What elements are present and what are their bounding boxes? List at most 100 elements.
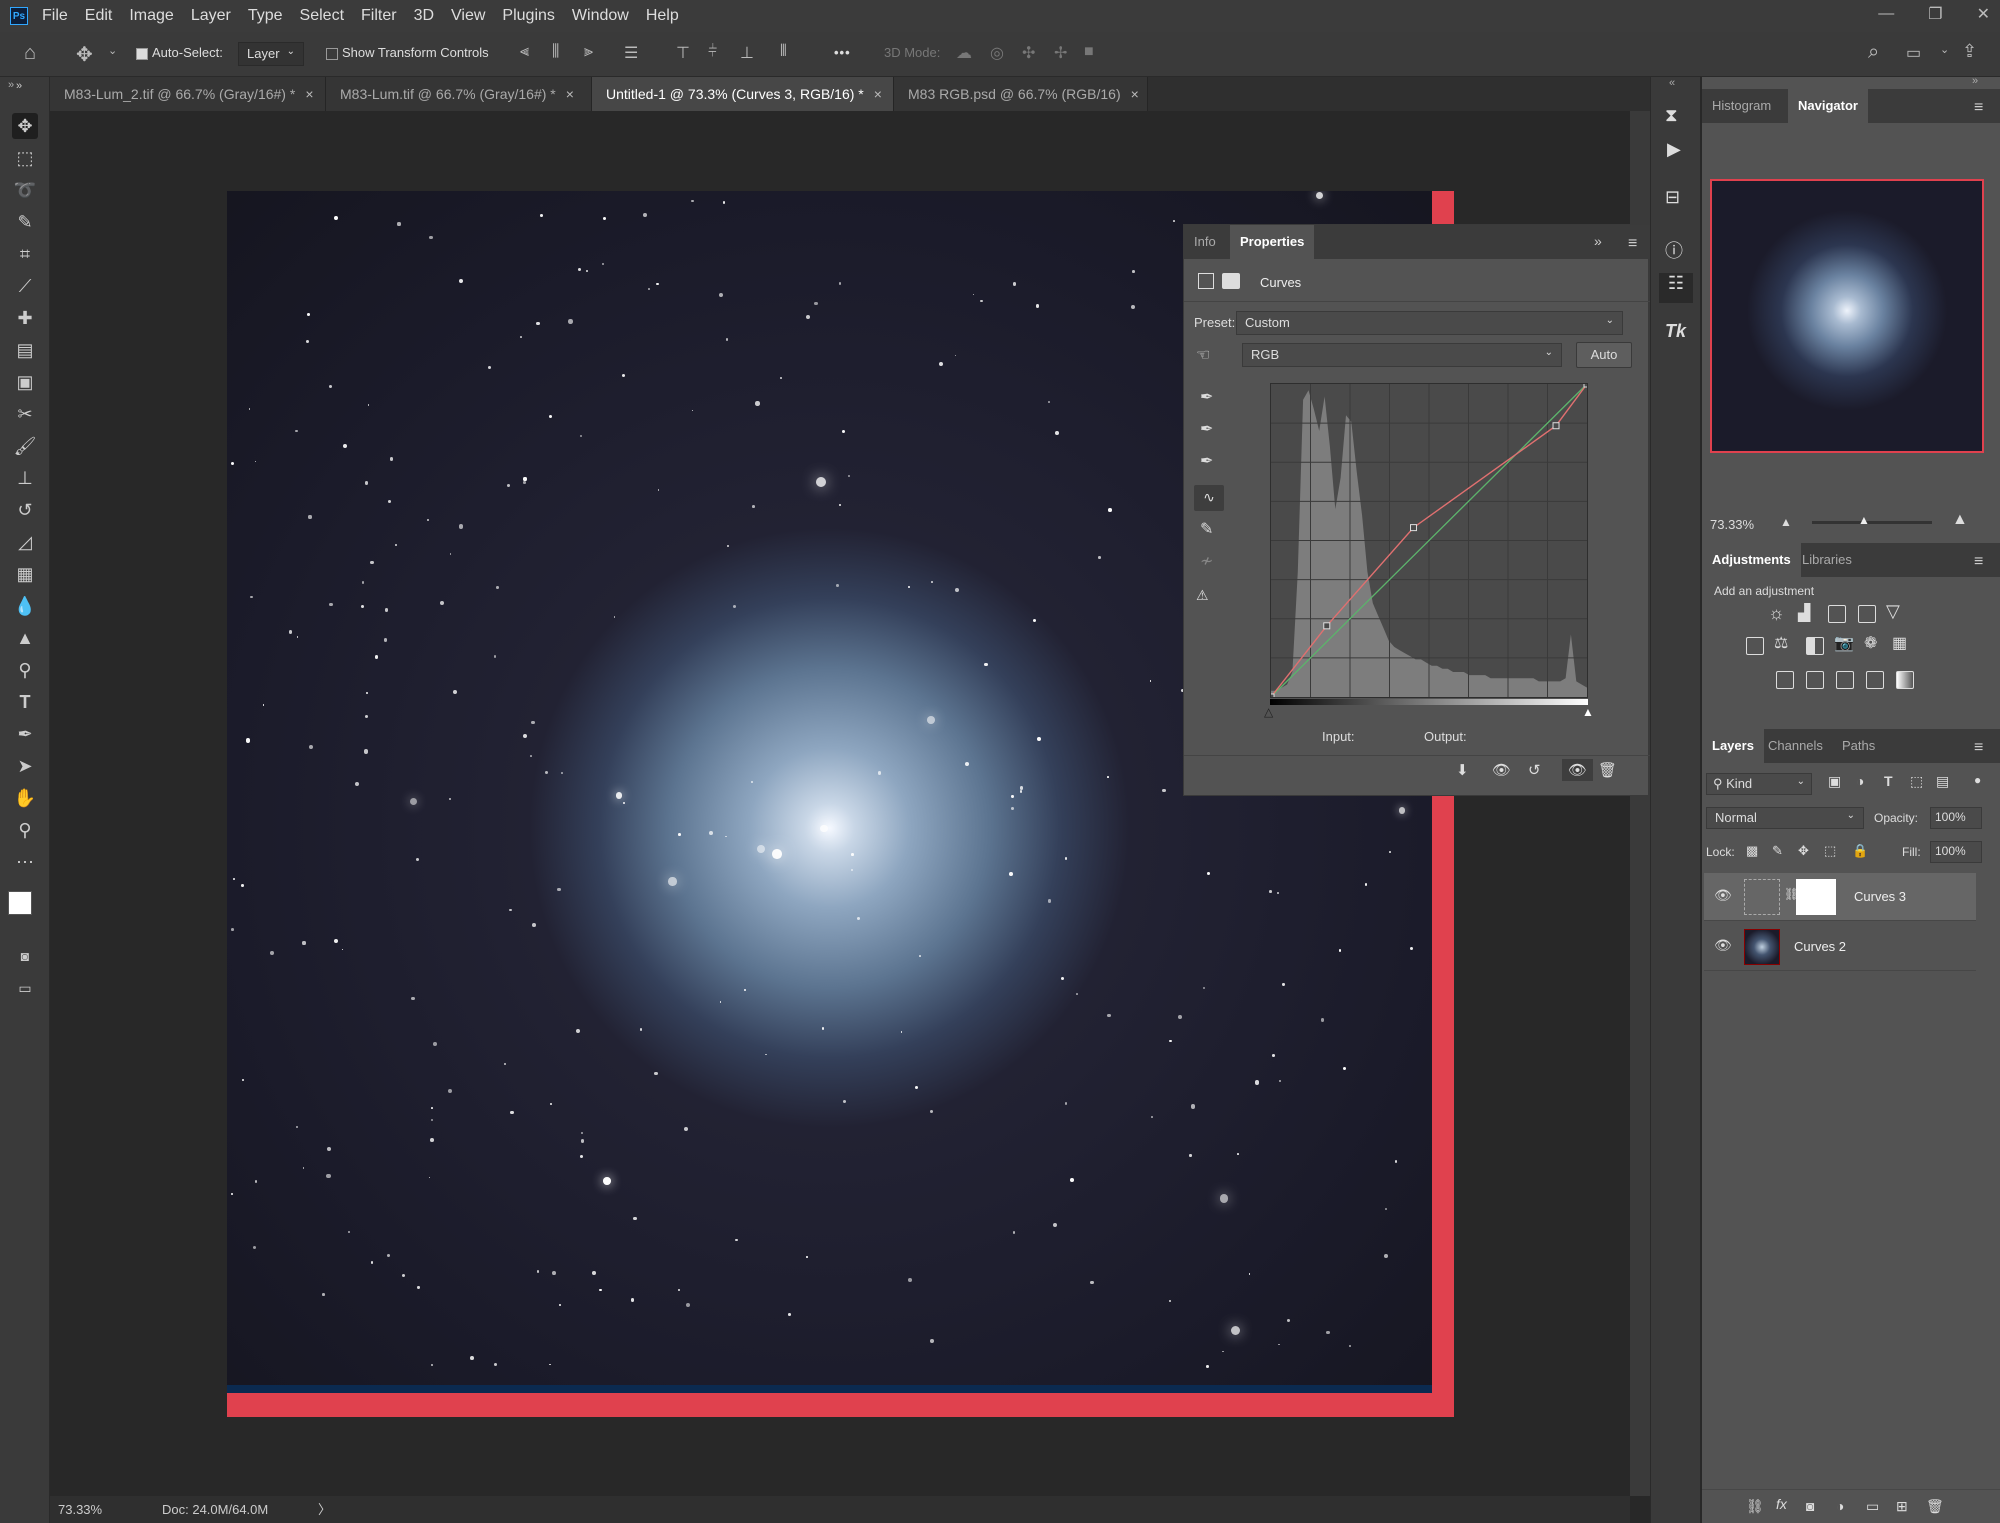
channel-dropdown[interactable]: RGB ⌄ [1242, 343, 1562, 367]
lock-all-icon[interactable]: 🔒 [1852, 843, 1868, 859]
gray-point-eyedropper-icon[interactable]: ✒ [1200, 419, 1213, 439]
show-transform-checkbox[interactable]: Show Transform Controls [326, 45, 489, 60]
new-group-icon[interactable]: ▭ [1866, 1498, 1879, 1515]
zoom-slider-handle-icon[interactable]: ▲ [1858, 513, 1870, 527]
quick-mask-icon[interactable]: ◙ [12, 943, 38, 969]
zoom-out-icon[interactable]: ▲ [1780, 515, 1792, 529]
pen-tool-icon[interactable]: ✒ [12, 721, 38, 747]
add-mask-icon[interactable]: ◙ [1806, 1498, 1814, 1514]
align-middle-icon[interactable]: ⫩ [708, 43, 717, 61]
layer-name[interactable]: Curves 2 [1794, 939, 1846, 954]
tab-histogram[interactable]: Histogram [1702, 89, 1781, 123]
checkbox-checked-icon[interactable] [136, 47, 148, 60]
menu-help[interactable]: Help [646, 7, 679, 25]
align-left-icon[interactable]: ⫷ [520, 43, 529, 61]
hand-tool-icon[interactable]: ✋ [12, 785, 38, 811]
auto-select-checkbox[interactable]: Auto-Select: [136, 45, 223, 60]
close-icon[interactable]: × [305, 86, 313, 102]
view-previous-state-icon[interactable]: 👁 [1492, 761, 1511, 779]
link-layers-icon[interactable]: ⛓ [1746, 1498, 1764, 1515]
chevron-down-icon[interactable]: ⌄ [108, 44, 117, 57]
tab-navigator[interactable]: Navigator [1788, 89, 1868, 123]
close-icon[interactable]: × [874, 86, 882, 102]
tab-untitled-1[interactable]: Untitled-1 @ 73.3% (Curves 3, RGB/16) * × [592, 77, 894, 111]
close-icon[interactable]: × [566, 86, 574, 102]
zoom-tool-icon[interactable]: ⚲ [12, 817, 38, 843]
hue-saturation-icon[interactable] [1746, 637, 1764, 655]
align-top-icon[interactable]: ⊤ [676, 43, 690, 63]
tab-properties[interactable]: Properties [1230, 225, 1315, 259]
menu-type[interactable]: Type [248, 7, 283, 25]
opacity-field[interactable]: 100% [1930, 807, 1982, 829]
zoom-in-icon[interactable]: ▲ [1952, 511, 1968, 529]
reset-icon[interactable]: ↺ [1528, 761, 1541, 779]
slide-3d-icon[interactable]: ✢ [1054, 43, 1067, 63]
invert-icon[interactable] [1776, 671, 1794, 689]
preset-dropdown[interactable]: Custom ⌄ [1236, 311, 1623, 335]
screen-mode-icon[interactable]: ▭ [12, 975, 38, 1001]
filter-adjustment-icon[interactable]: ◑ [1856, 773, 1864, 789]
lock-pixels-icon[interactable]: ✎ [1772, 843, 1783, 859]
panel-menu-icon[interactable]: ≡ [1628, 236, 1637, 252]
path-selection-tool-icon[interactable]: ➤ [12, 753, 38, 779]
layer-mask-thumbnail[interactable] [1796, 879, 1836, 915]
navigator-zoom[interactable]: 73.33% [1710, 517, 1754, 532]
curve-point-tool-icon[interactable]: ∿ [1194, 485, 1224, 511]
collapse-panel-icon[interactable]: » [1594, 233, 1602, 249]
crop-tool-icon[interactable]: ⌗ [12, 241, 38, 267]
eye-visibility-icon[interactable]: 👁 [1714, 887, 1732, 904]
blend-mode-dropdown[interactable]: Normal ⌄ [1706, 807, 1864, 829]
menu-edit[interactable]: Edit [85, 7, 113, 25]
pencil-curve-icon[interactable]: ✎ [1200, 519, 1213, 539]
filter-pixel-icon[interactable]: ▣ [1828, 773, 1841, 790]
share-icon[interactable]: ⇪ [1962, 41, 1977, 62]
minimize-button[interactable]: — [1878, 5, 1894, 23]
lock-transparency-icon[interactable]: ▩ [1746, 843, 1758, 859]
object-selection-tool-icon[interactable]: ▣ [12, 369, 38, 395]
tab-layers[interactable]: Layers [1702, 729, 1764, 763]
dodge-tool-icon[interactable]: ⚲ [12, 657, 38, 683]
clipping-warning-icon[interactable]: ⚠ [1196, 587, 1209, 604]
gradient-map-icon[interactable] [1896, 671, 1914, 689]
zoom-level[interactable]: 73.33% [58, 1496, 102, 1523]
menu-view[interactable]: View [451, 7, 485, 25]
eyedropper-tool-icon[interactable]: ⟋ [12, 273, 38, 299]
posterize-icon[interactable] [1806, 671, 1824, 689]
more-tools-icon[interactable]: ⋯ [12, 849, 38, 875]
curves-graph[interactable] [1267, 380, 1591, 701]
delete-icon[interactable]: 🗑 [1598, 761, 1617, 779]
curves-graph-svg[interactable] [1267, 380, 1591, 701]
search-icon[interactable]: ⌕ [1868, 41, 1879, 64]
history-panel-icon[interactable]: ⧗ [1665, 105, 1678, 126]
tab-libraries[interactable]: Libraries [1792, 543, 1862, 577]
selective-color-icon[interactable] [1866, 671, 1884, 689]
close-window-button[interactable]: ✕ [1977, 4, 1990, 24]
tab-adjustments[interactable]: Adjustments [1702, 543, 1801, 577]
brush-tool-icon[interactable]: 🖌 [12, 433, 38, 459]
menu-filter[interactable]: Filter [361, 7, 397, 25]
fill-field[interactable]: 100% [1930, 841, 1982, 863]
menu-window[interactable]: Window [572, 7, 629, 25]
marquee-tool-icon[interactable]: ⬚ [12, 145, 38, 171]
layer-row-curves-2[interactable]: 👁 Curves 2 [1704, 923, 1976, 971]
smooth-curve-icon[interactable]: ≁ [1200, 551, 1213, 571]
type-tool-icon[interactable]: T [12, 689, 38, 715]
roll-3d-icon[interactable]: ◎ [990, 43, 1004, 63]
menu-image[interactable]: Image [129, 7, 173, 25]
exposure-icon[interactable] [1858, 605, 1876, 623]
align-center-icon[interactable]: ⫼ [552, 43, 559, 61]
navigator-preview[interactable] [1710, 179, 1984, 453]
menu-3d[interactable]: 3D [414, 7, 434, 25]
collapse-panels-icon[interactable]: » [1972, 75, 1978, 87]
menu-file[interactable]: File [42, 7, 68, 25]
tab-channels[interactable]: Channels [1758, 729, 1833, 763]
layer-filter-dropdown[interactable]: ⚲ Kind ⌄ [1706, 773, 1812, 795]
mask-icon[interactable] [1222, 273, 1240, 289]
filter-type-icon[interactable]: T [1884, 773, 1893, 789]
quick-selection-tool-icon[interactable]: ✎ [12, 209, 38, 235]
visibility-toggle-icon[interactable]: 👁 [1562, 759, 1594, 781]
eraser-tool-icon[interactable]: ◿ [12, 529, 38, 555]
chevron-down-icon[interactable]: ⌄ [1940, 43, 1949, 56]
panel-menu-icon[interactable]: ≡ [1974, 554, 1983, 570]
menu-plugins[interactable]: Plugins [502, 7, 554, 25]
